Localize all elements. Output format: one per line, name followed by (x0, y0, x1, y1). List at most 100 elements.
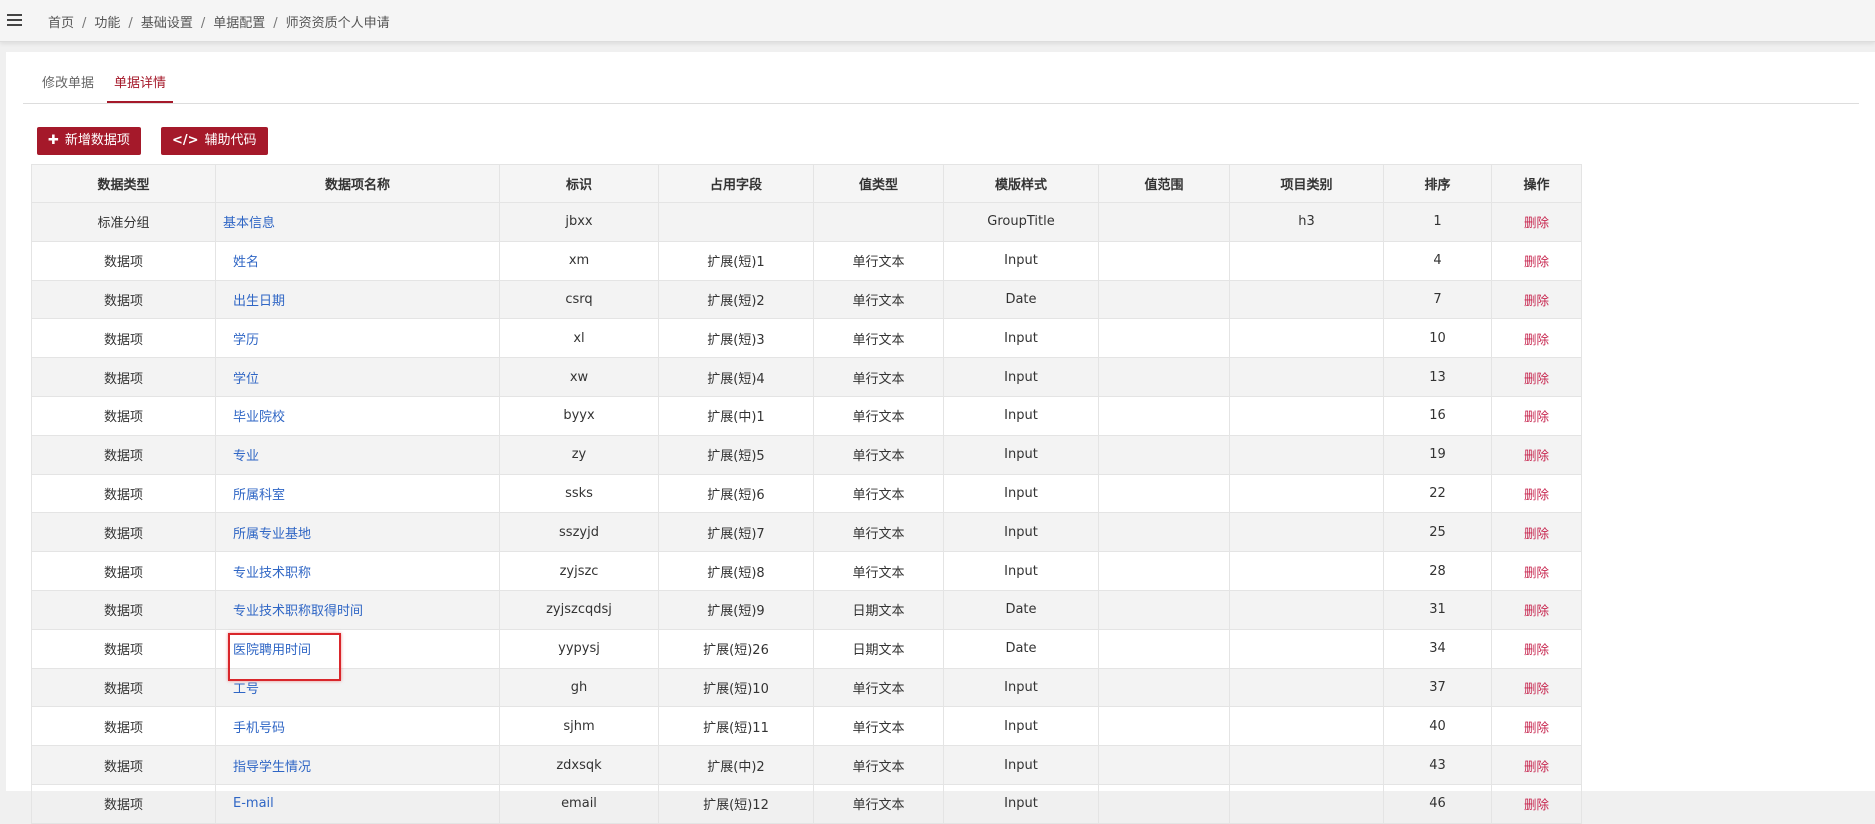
delete-link[interactable]: 删除 (1524, 371, 1549, 386)
tab-edit-form[interactable]: 修改单据 (42, 66, 94, 102)
cell-template-style: Input (943, 318, 1099, 359)
item-name-link[interactable]: 专业技术职称 (233, 566, 311, 581)
delete-link[interactable]: 删除 (1524, 254, 1549, 269)
delete-link[interactable]: 删除 (1524, 409, 1549, 424)
cell-item-name: 指导学生情况 (215, 745, 500, 785)
cell-item-name: 专业技术职称取得时间 (215, 589, 500, 630)
breadcrumb-form-config[interactable]: 单据配置 (213, 16, 265, 31)
delete-link[interactable]: 删除 (1524, 215, 1549, 230)
cell-value-type: 日期文本 (813, 628, 944, 669)
delete-link[interactable]: 删除 (1524, 797, 1549, 812)
delete-link[interactable]: 删除 (1524, 293, 1549, 308)
cell-value-type: 单行文本 (813, 395, 944, 436)
item-name-link[interactable]: 姓名 (233, 255, 259, 270)
cell-key: zyjszcqdsj (499, 589, 659, 630)
cell-field: 扩展(短)26 (658, 628, 814, 669)
delete-link[interactable]: 删除 (1524, 603, 1549, 618)
cell-value-type: 单行文本 (813, 318, 944, 359)
cell-action: 删除 (1491, 667, 1582, 708)
item-name-link[interactable]: 专业 (233, 449, 259, 464)
cell-category (1229, 628, 1384, 669)
cell-template-style: Date (943, 589, 1099, 630)
cell-value-range (1098, 551, 1230, 591)
cell-field: 扩展(中)2 (658, 745, 814, 785)
item-name-link[interactable]: 所属专业基地 (233, 527, 311, 542)
item-name-link[interactable]: 学位 (233, 372, 259, 387)
item-name-link[interactable]: 医院聘用时间 (233, 643, 311, 658)
table-row: 数据项 姓名 xm 扩展(短)1 单行文本 Input 4 删除 (31, 240, 1582, 281)
item-name-link[interactable]: 毕业院校 (233, 410, 285, 425)
cell-order: 4 (1383, 240, 1492, 281)
menu-icon[interactable] (7, 14, 22, 26)
item-name-link[interactable]: 学历 (233, 333, 259, 348)
plus-icon: ✚ (48, 133, 59, 148)
delete-link[interactable]: 删除 (1524, 526, 1549, 541)
cell-data-type: 数据项 (31, 434, 216, 475)
cell-item-name: 基本信息 (215, 202, 500, 242)
cell-item-name: 手机号码 (215, 706, 500, 747)
cell-value-type (813, 202, 944, 242)
cell-value-range (1098, 783, 1230, 824)
table-row: 数据项 专业技术职称 zyjszc 扩展(短)8 单行文本 Input 28 删除 (31, 551, 1582, 591)
cell-value-range (1098, 512, 1230, 553)
cell-data-type: 数据项 (31, 473, 216, 514)
breadcrumb-basic-settings[interactable]: 基础设置 (141, 16, 193, 31)
cell-value-type: 单行文本 (813, 512, 944, 553)
item-name-link[interactable]: 所属科室 (233, 488, 285, 503)
cell-action: 删除 (1491, 395, 1582, 436)
table-row: 数据项 指导学生情况 zdxsqk 扩展(中)2 单行文本 Input 43 删除 (31, 745, 1582, 785)
cell-key: sszyjd (499, 512, 659, 553)
cell-data-type: 数据项 (31, 783, 216, 824)
cell-data-type: 数据项 (31, 551, 216, 591)
item-name-link[interactable]: 工号 (233, 682, 259, 697)
cell-key: xw (499, 357, 659, 397)
cell-item-name: 学位 (215, 357, 500, 397)
delete-link[interactable]: 删除 (1524, 759, 1549, 774)
item-name-link[interactable]: 指导学生情况 (233, 760, 311, 775)
header-item-name: 数据项名称 (215, 164, 500, 203)
cell-key: zyjszc (499, 551, 659, 591)
item-name-link[interactable]: 基本信息 (223, 216, 275, 231)
delete-link[interactable]: 删除 (1524, 642, 1549, 657)
delete-link[interactable]: 删除 (1524, 565, 1549, 580)
cell-data-type: 数据项 (31, 667, 216, 708)
breadcrumb-function[interactable]: 功能 (94, 16, 120, 31)
delete-link[interactable]: 删除 (1524, 448, 1549, 463)
cell-order: 37 (1383, 667, 1492, 708)
item-name-link[interactable]: 手机号码 (233, 721, 285, 736)
cell-field: 扩展(短)10 (658, 667, 814, 708)
item-name-link[interactable]: 专业技术职称取得时间 (233, 604, 363, 619)
delete-link[interactable]: 删除 (1524, 332, 1549, 347)
cell-category (1229, 395, 1384, 436)
cell-action: 删除 (1491, 473, 1582, 514)
table-row: 数据项 医院聘用时间 yypysj 扩展(短)26 日期文本 Date 34 删除 (31, 628, 1582, 669)
tab-form-detail[interactable]: 单据详情 (107, 66, 173, 103)
cell-order: 1 (1383, 202, 1492, 242)
table-row: 数据项 所属专业基地 sszyjd 扩展(短)7 单行文本 Input 25 删除 (31, 512, 1582, 553)
add-data-item-button[interactable]: ✚ 新增数据项 (37, 127, 141, 155)
cell-key: byyx (499, 395, 659, 436)
breadcrumb: 首页 / 功能 / 基础设置 / 单据配置 / 师资资质个人申请 (48, 16, 390, 31)
delete-link[interactable]: 删除 (1524, 720, 1549, 735)
cell-order: 46 (1383, 783, 1492, 824)
cell-value-type: 单行文本 (813, 783, 944, 824)
table-row: 数据项 毕业院校 byyx 扩展(中)1 单行文本 Input 16 删除 (31, 395, 1582, 436)
cell-template-style: Input (943, 551, 1099, 591)
cell-key: yypysj (499, 628, 659, 669)
delete-link[interactable]: 删除 (1524, 487, 1549, 502)
breadcrumb-home[interactable]: 首页 (48, 16, 74, 31)
cell-field: 扩展(短)5 (658, 434, 814, 475)
delete-link[interactable]: 删除 (1524, 681, 1549, 696)
cell-key: ssks (499, 473, 659, 514)
table-row: 数据项 学历 xl 扩展(短)3 单行文本 Input 10 删除 (31, 318, 1582, 359)
cell-category (1229, 434, 1384, 475)
item-name-link[interactable]: E-mail (233, 796, 274, 811)
cell-action: 删除 (1491, 745, 1582, 785)
cell-item-name: 毕业院校 (215, 395, 500, 436)
cell-value-range (1098, 357, 1230, 397)
cell-action: 删除 (1491, 783, 1582, 824)
cell-category (1229, 318, 1384, 359)
cell-field: 扩展(短)7 (658, 512, 814, 553)
helper-code-button[interactable]: </> 辅助代码 (161, 127, 268, 155)
item-name-link[interactable]: 出生日期 (233, 294, 285, 309)
